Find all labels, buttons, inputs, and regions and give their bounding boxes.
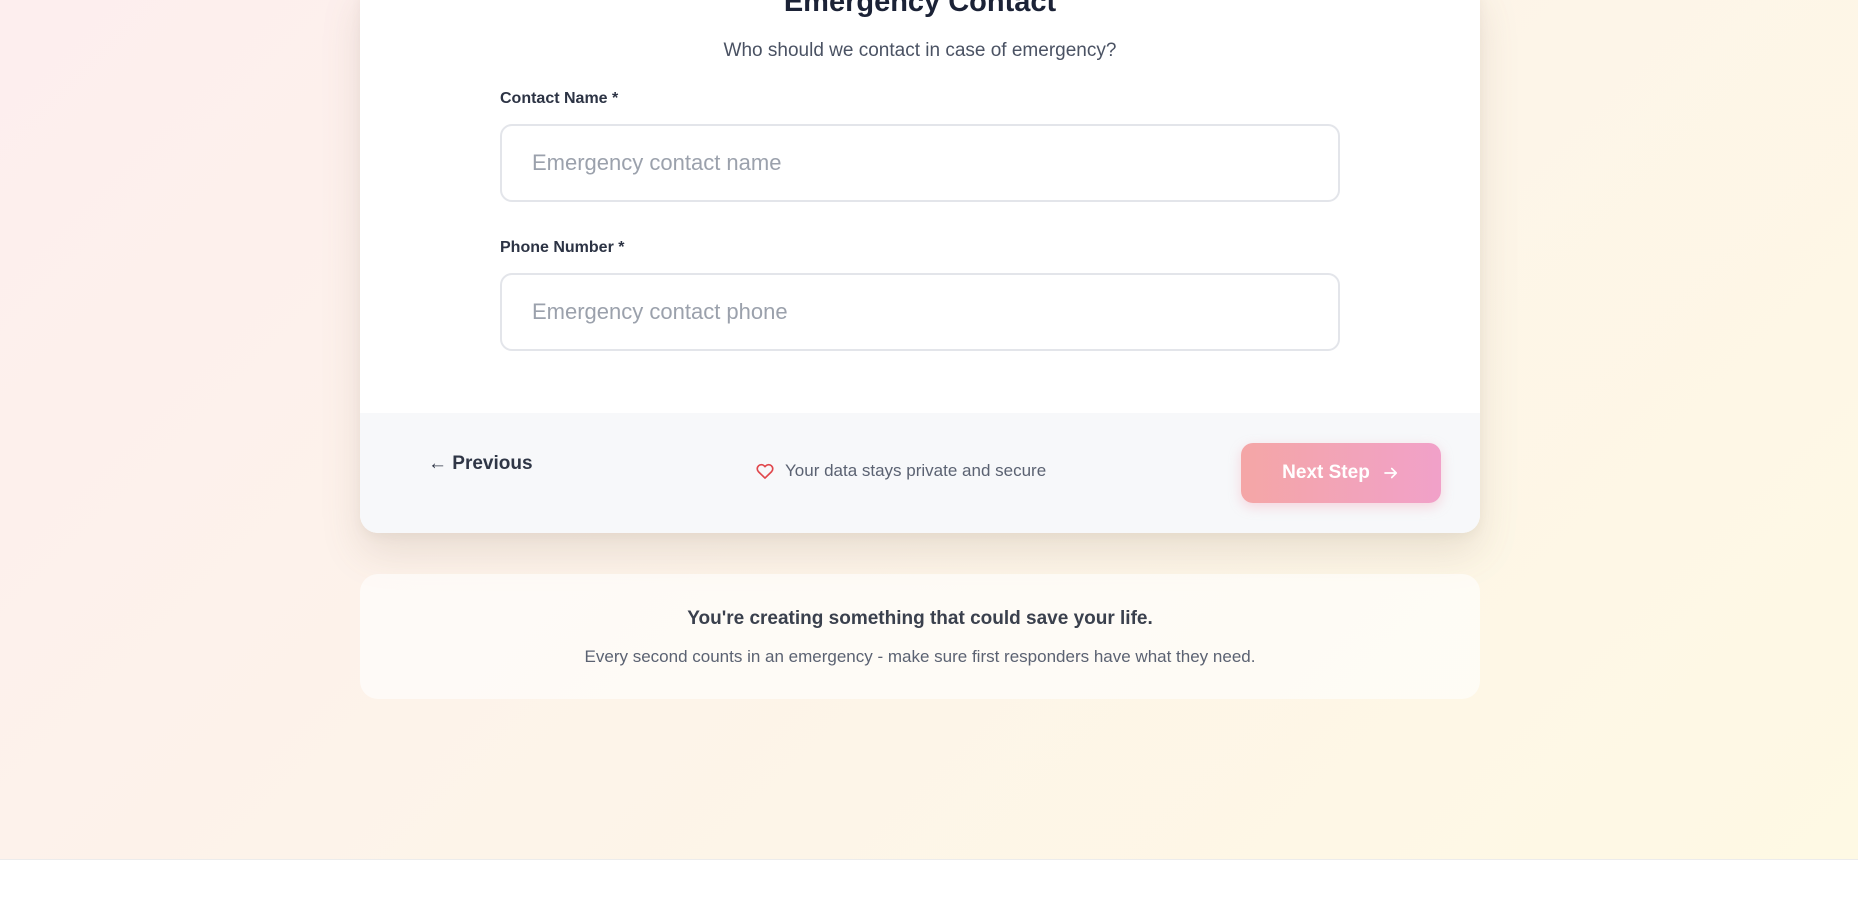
contact-name-label: Contact Name *: [500, 90, 619, 107]
page-title: Emergency Contact: [783, 0, 1057, 18]
next-step-label: Next Step: [1282, 462, 1370, 483]
previous-button[interactable]: ← Previous: [428, 453, 533, 475]
phone-number-label: Phone Number *: [500, 239, 625, 256]
page-subtitle: Who should we contact in case of emergen…: [723, 40, 1117, 61]
arrow-right-icon: [1382, 464, 1400, 482]
privacy-text: Your data stays private and secure: [785, 461, 1047, 480]
phone-number-input[interactable]: [500, 273, 1340, 351]
emergency-contact-card: Emergency Contact Who should we contact …: [360, 0, 1480, 533]
encouragement-title: You're creating something that could sav…: [687, 608, 1153, 629]
encouragement-box: You're creating something that could sav…: [360, 574, 1480, 699]
privacy-note: Your data stays private and secure: [755, 461, 1046, 481]
encouragement-text: Every second counts in an emergency - ma…: [584, 647, 1256, 666]
heart-icon: [755, 461, 775, 481]
bottom-strip: [0, 859, 1858, 898]
next-step-button[interactable]: Next Step: [1241, 443, 1441, 503]
form-footer: ← Previous Your data stays private and s…: [360, 413, 1480, 533]
contact-name-input[interactable]: [500, 124, 1340, 202]
